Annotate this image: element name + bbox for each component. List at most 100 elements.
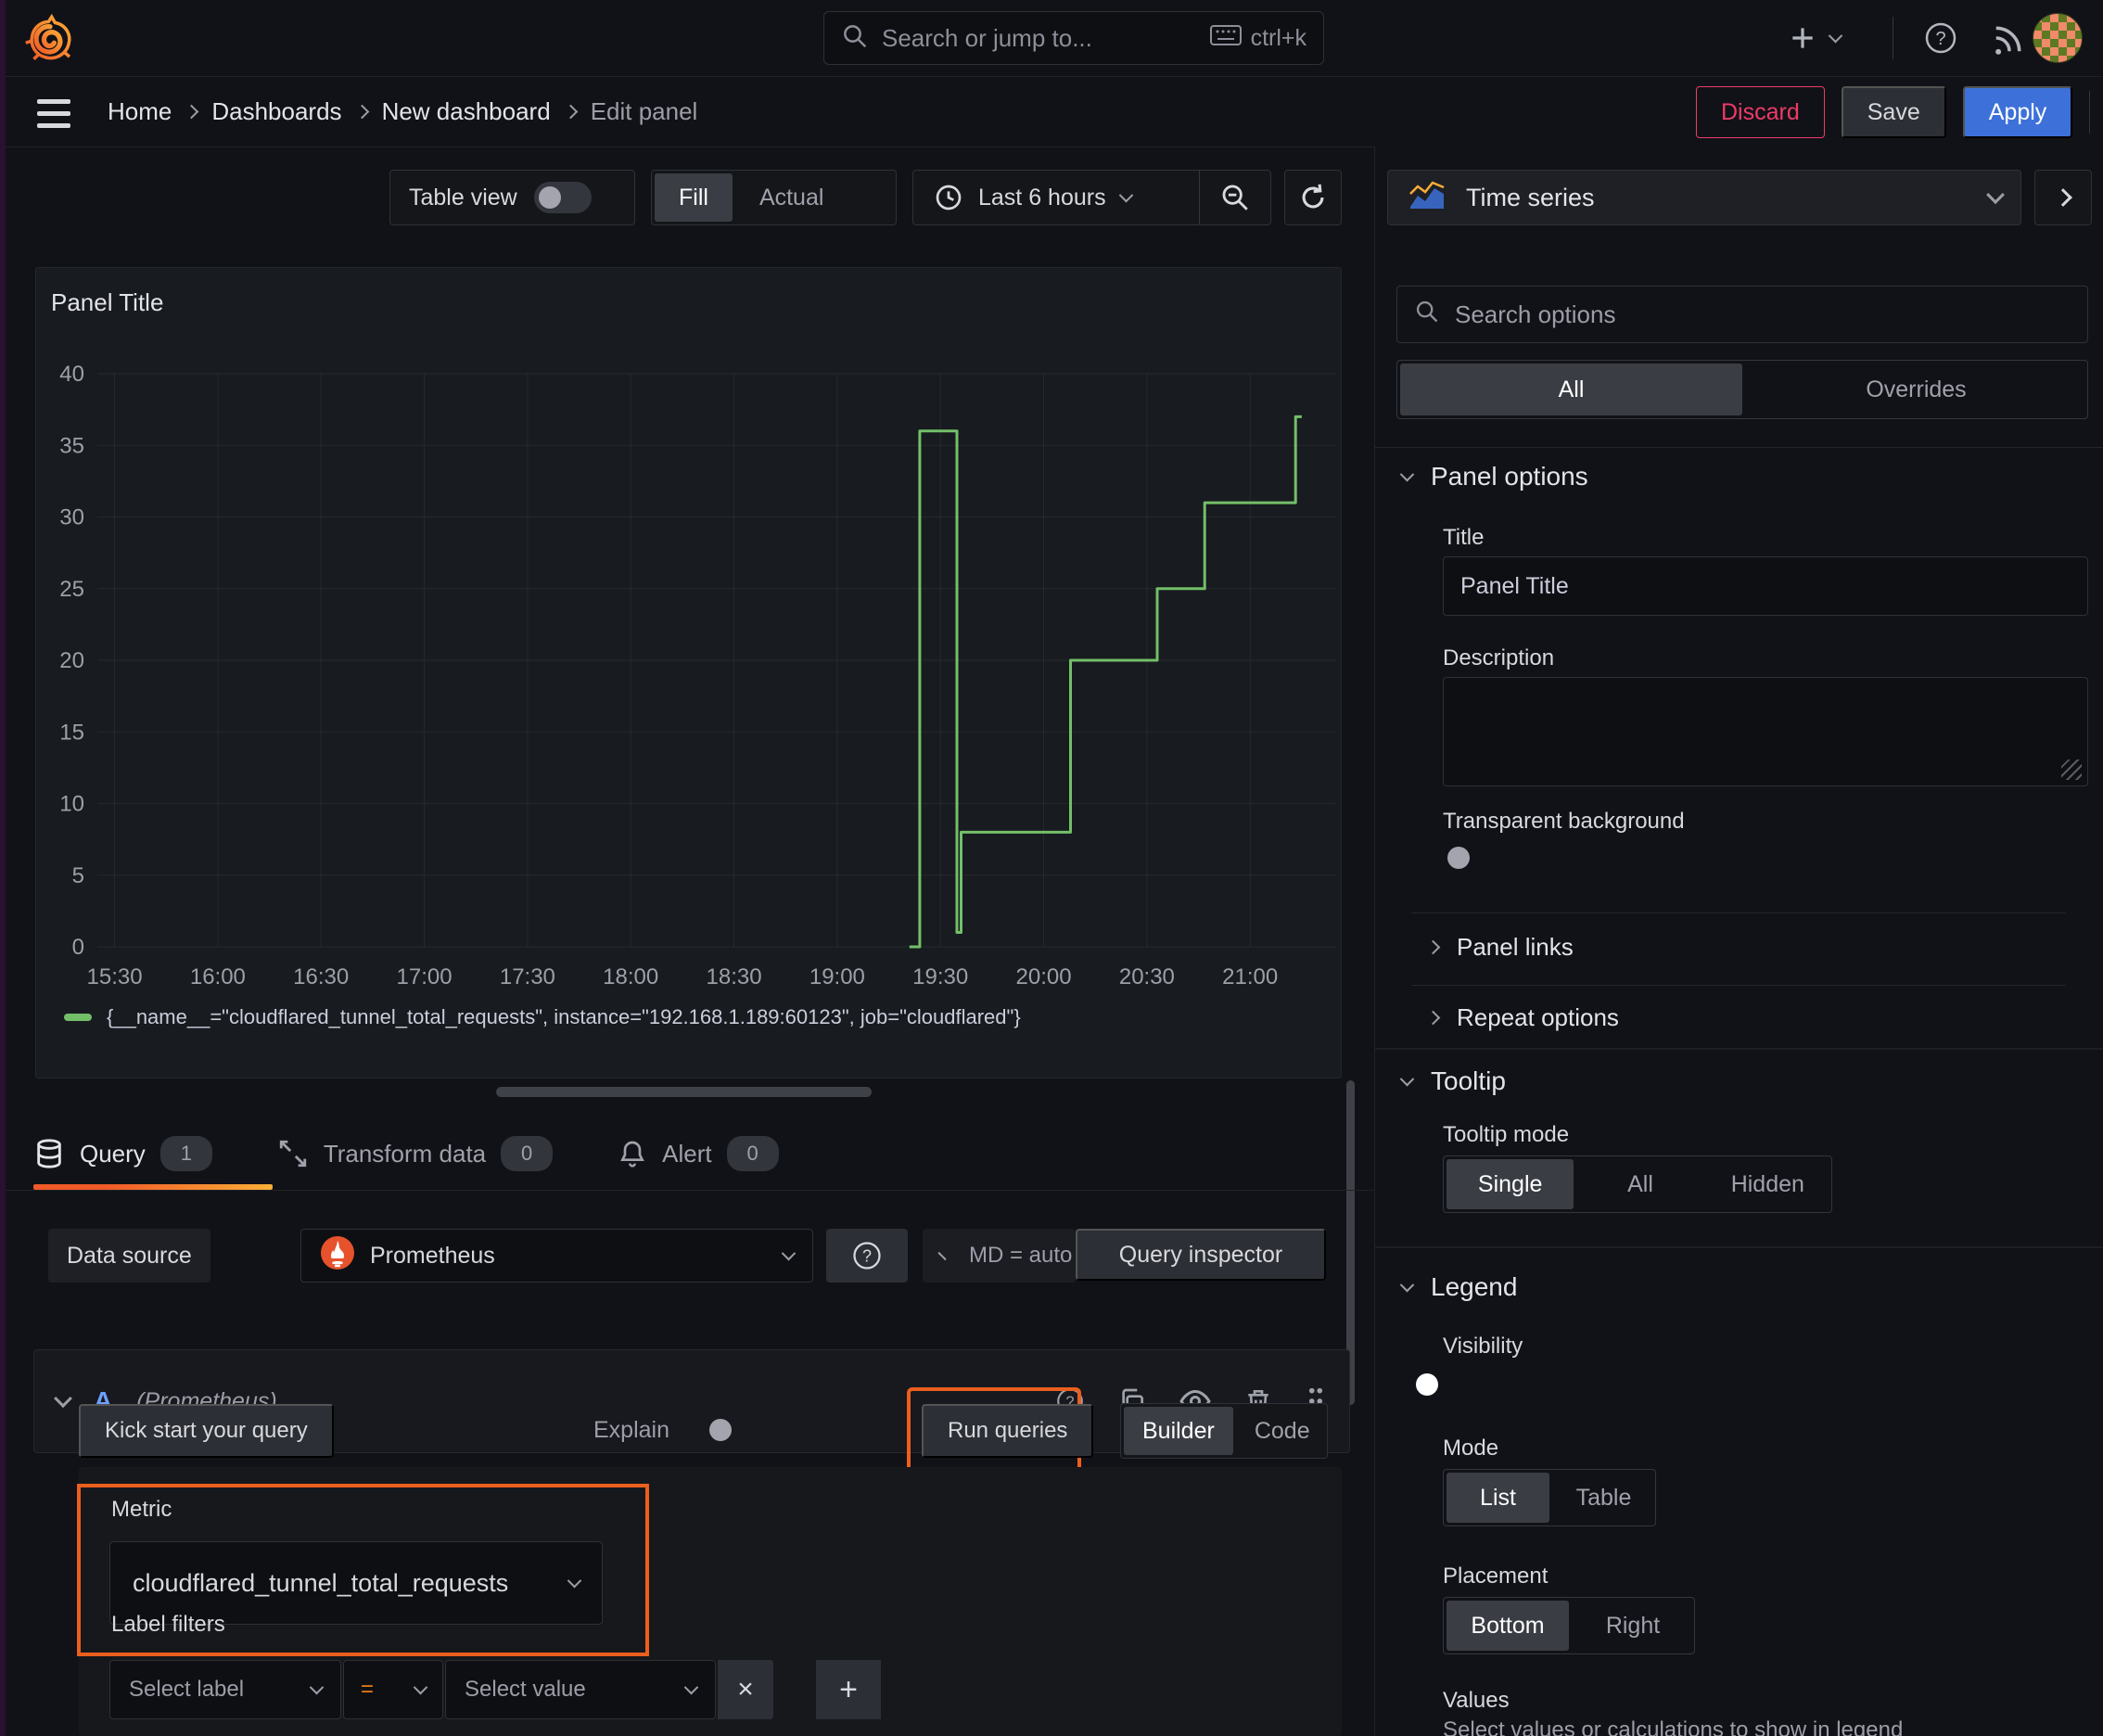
svg-text:19:00: 19:00	[809, 964, 865, 989]
legend-mode-table[interactable]: Table	[1552, 1470, 1655, 1525]
all-overrides-tabs: All Overrides	[1396, 360, 2088, 419]
data-source-help-button[interactable]: ?	[826, 1229, 908, 1283]
svg-text:21:00: 21:00	[1222, 964, 1278, 989]
panel-options-section[interactable]: Panel options	[1399, 462, 1588, 491]
search-icon	[841, 22, 869, 55]
caret-down-icon	[781, 1245, 797, 1260]
zoom-out-button[interactable]	[1200, 171, 1270, 224]
legend-mode-segmented: List Table	[1443, 1469, 1656, 1526]
data-source-value: Prometheus	[370, 1242, 495, 1269]
legend-mode-list[interactable]: List	[1447, 1473, 1549, 1523]
legend-placement-right[interactable]: Right	[1572, 1598, 1694, 1653]
select-value-dropdown[interactable]: Select value	[445, 1660, 716, 1719]
query-options-collapsed[interactable]: MD = auto = 704 Interval = 30s	[923, 1229, 1295, 1283]
tooltip-mode-all[interactable]: All	[1576, 1156, 1703, 1212]
prometheus-icon	[320, 1235, 355, 1277]
breadcrumb-dashboards[interactable]: Dashboards	[211, 97, 341, 126]
fill-actual-segmented: Fill Actual	[651, 170, 897, 225]
grafana-logo[interactable]	[24, 12, 76, 64]
builder-option[interactable]: Builder	[1124, 1407, 1233, 1455]
time-range-control: Last 6 hours	[912, 170, 1271, 225]
operator-dropdown[interactable]: =	[343, 1660, 443, 1719]
title-input[interactable]: Panel Title	[1443, 556, 2088, 616]
svg-text:19:30: 19:30	[912, 964, 968, 989]
table-view-toggle[interactable]	[533, 182, 592, 213]
svg-text:17:30: 17:30	[500, 964, 555, 989]
textarea-resize-handle[interactable]	[2061, 760, 2082, 780]
alert-count-badge: 0	[726, 1136, 779, 1171]
breadcrumb: Home Dashboards New dashboard Edit panel	[108, 77, 697, 147]
chevron-right-icon	[937, 1251, 947, 1260]
breadcrumb-new-dashboard[interactable]: New dashboard	[382, 97, 551, 126]
apply-button[interactable]: Apply	[1962, 86, 2073, 138]
description-textarea[interactable]	[1443, 677, 2088, 786]
visualization-panel[interactable]: Panel Title 0 5 10 15 20 25 30 35 40 15:30 16:00 16…	[35, 267, 1342, 1079]
tooltip-mode-single[interactable]: Single	[1447, 1159, 1574, 1209]
tooltip-section[interactable]: Tooltip	[1399, 1066, 1506, 1096]
caret-down-icon	[567, 1573, 582, 1588]
legend-values-label: Values	[1443, 1688, 1510, 1713]
panel-title: Panel Title	[51, 288, 164, 316]
search-options-input[interactable]: Search options	[1396, 286, 2088, 343]
help-button[interactable]: ?	[1916, 13, 1966, 63]
legend-item[interactable]: {__name__="cloudflared_tunnel_total_requ…	[64, 1005, 1021, 1029]
menu-toggle-button[interactable]	[37, 99, 70, 128]
editor-tabs: Query 1 Transform data 0 Alert 0	[33, 1117, 1350, 1190]
legend-section[interactable]: Legend	[1399, 1272, 1517, 1302]
top-navigation-bar: Search or jump to... ctrl+k ?	[0, 0, 2103, 77]
actions-divider	[2089, 91, 2091, 134]
add-filter-button[interactable]: +	[816, 1660, 881, 1719]
tooltip-mode-hidden[interactable]: Hidden	[1704, 1156, 1831, 1212]
metric-label: Metric	[111, 1497, 172, 1522]
kick-start-query-button[interactable]: Kick start your query	[79, 1404, 334, 1458]
legend-visibility-label: Visibility	[1443, 1334, 1523, 1359]
refresh-button[interactable]	[1284, 170, 1342, 225]
breadcrumb-home[interactable]: Home	[108, 97, 172, 126]
new-menu-button[interactable]	[1788, 13, 1843, 63]
tab-query[interactable]: Query 1	[33, 1117, 273, 1190]
visualization-picker[interactable]: Time series	[1387, 170, 2021, 225]
collapse-options-pane-button[interactable]	[2034, 170, 2092, 225]
bell-icon	[620, 1141, 644, 1168]
run-queries-button[interactable]: Run queries	[922, 1404, 1094, 1458]
save-button[interactable]: Save	[1841, 86, 1946, 138]
keyboard-icon	[1209, 24, 1242, 53]
news-rss-icon[interactable]	[1984, 13, 2034, 63]
svg-text:18:30: 18:30	[707, 964, 762, 989]
repeat-options-section[interactable]: Repeat options	[1425, 1003, 1619, 1032]
time-range-picker[interactable]: Last 6 hours	[913, 171, 1199, 224]
tab-alert[interactable]: Alert 0	[618, 1117, 779, 1190]
grafana-edit-panel-screen: Search or jump to... ctrl+k ? Home Dashb…	[0, 0, 2103, 1736]
metric-value: cloudflared_tunnel_total_requests	[133, 1568, 509, 1597]
chevron-down-icon	[1399, 1277, 1415, 1292]
legend-placement-bottom[interactable]: Bottom	[1447, 1601, 1569, 1651]
global-search[interactable]: Search or jump to... ctrl+k	[823, 11, 1324, 65]
tab-all[interactable]: All	[1400, 364, 1742, 415]
time-series-chart: 0 5 10 15 20 25 30 35 40 15:30 16:00 16:30 17:00 17:3…	[59, 362, 1336, 989]
svg-text:20: 20	[59, 648, 84, 673]
query-inspector-button[interactable]: Query inspector	[1076, 1229, 1326, 1281]
remove-filter-close-icon[interactable]: ×	[718, 1660, 773, 1719]
panel-resize-handle[interactable]	[496, 1087, 872, 1097]
discard-button[interactable]: Discard	[1696, 86, 1825, 138]
user-avatar[interactable]	[2033, 13, 2083, 63]
tooltip-mode-segmented: Single All Hidden	[1443, 1155, 1832, 1213]
svg-text:20:30: 20:30	[1119, 964, 1175, 989]
chevron-right-icon	[1425, 939, 1441, 955]
select-label-dropdown[interactable]: Select label	[109, 1660, 341, 1719]
svg-text:20:00: 20:00	[1016, 964, 1072, 989]
chevron-down-icon	[1399, 466, 1415, 481]
tab-transform-data[interactable]: Transform data 0	[277, 1117, 554, 1190]
data-source-picker[interactable]: Prometheus	[300, 1229, 813, 1283]
collapse-query-chevron-icon[interactable]	[54, 1389, 72, 1409]
database-icon	[37, 1139, 61, 1168]
search-icon	[1414, 299, 1440, 331]
fill-option[interactable]: Fill	[655, 173, 733, 222]
title-label: Title	[1443, 525, 1485, 550]
tab-overrides[interactable]: Overrides	[1745, 361, 2087, 418]
actual-option[interactable]: Actual	[735, 171, 848, 224]
code-option[interactable]: Code	[1236, 1404, 1329, 1458]
panel-links-section[interactable]: Panel links	[1425, 933, 1574, 962]
svg-text:40: 40	[59, 362, 84, 387]
table-view-label: Table view	[409, 184, 517, 211]
